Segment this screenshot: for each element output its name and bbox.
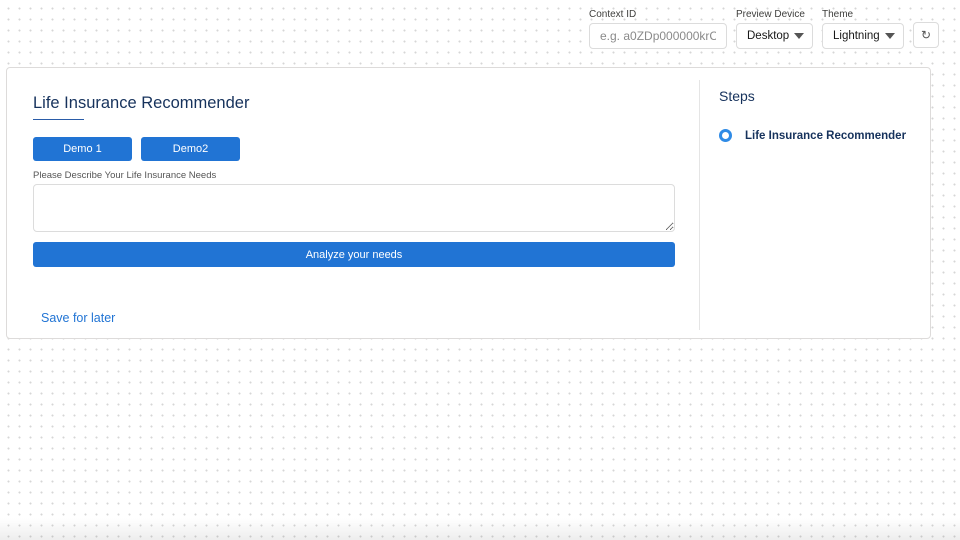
demo1-button[interactable]: Demo 1 bbox=[33, 137, 132, 161]
theme-field: Theme Lightning bbox=[822, 9, 904, 49]
save-for-later-link[interactable]: Save for later bbox=[41, 311, 115, 325]
caret-down-icon bbox=[885, 33, 895, 39]
theme-select[interactable]: Lightning bbox=[822, 23, 904, 49]
bottom-shadow bbox=[0, 518, 960, 540]
step-current-icon bbox=[719, 129, 732, 142]
refresh-button[interactable]: ↻ bbox=[913, 22, 939, 48]
page-title: Life Insurance Recommender bbox=[33, 94, 250, 112]
title-underline bbox=[33, 119, 84, 120]
preview-device-select[interactable]: Desktop bbox=[736, 23, 813, 49]
preview-device-label: Preview Device bbox=[736, 9, 805, 20]
step-label: Life Insurance Recommender bbox=[745, 129, 907, 142]
preview-device-value: Desktop bbox=[747, 30, 790, 42]
divider bbox=[699, 80, 700, 330]
theme-label: Theme bbox=[822, 9, 854, 20]
step-item[interactable]: Life Insurance Recommender bbox=[719, 129, 906, 142]
preview-device-field: Preview Device Desktop bbox=[736, 9, 813, 49]
context-id-field: Context ID bbox=[589, 9, 727, 49]
theme-value: Lightning bbox=[833, 30, 880, 42]
context-id-label: Context ID bbox=[589, 9, 637, 20]
refresh-icon: ↻ bbox=[920, 28, 932, 42]
caret-down-icon bbox=[794, 33, 804, 39]
demo2-button[interactable]: Demo2 bbox=[141, 137, 240, 161]
steps-heading: Steps bbox=[719, 88, 755, 104]
analyze-button[interactable]: Analyze your needs bbox=[33, 242, 675, 267]
needs-textarea[interactable] bbox=[33, 184, 675, 232]
omniscript-card: Life Insurance Recommender Demo 1 Demo2 … bbox=[6, 67, 931, 339]
context-id-input[interactable] bbox=[589, 23, 727, 49]
needs-label: Please Describe Your Life Insurance Need… bbox=[33, 170, 217, 181]
